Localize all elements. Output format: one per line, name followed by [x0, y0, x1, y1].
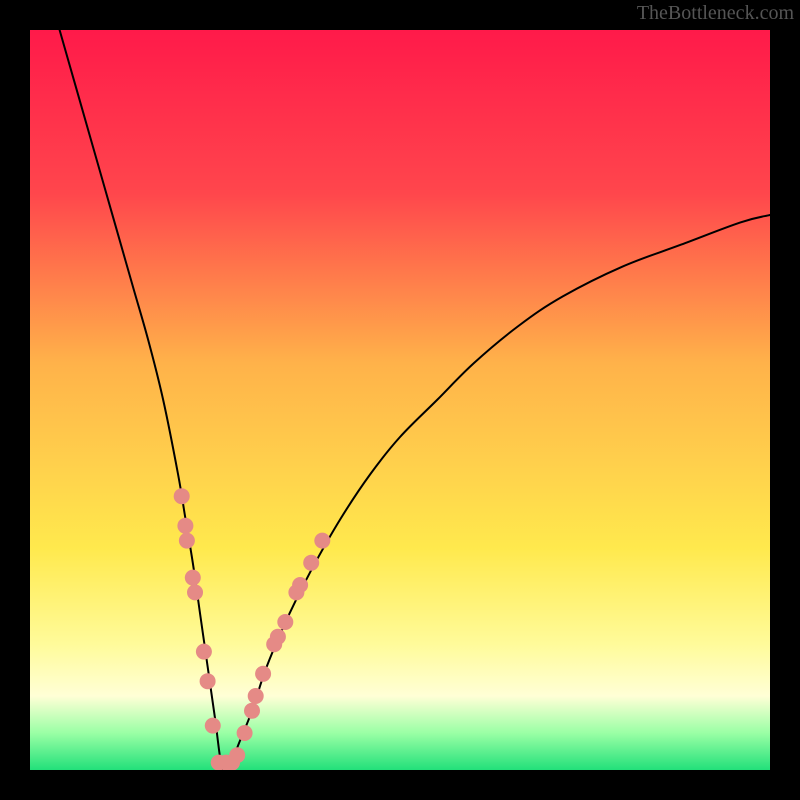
curve-marker	[314, 533, 330, 549]
curve-marker	[174, 488, 190, 504]
curve-marker	[237, 725, 253, 741]
curve-marker	[205, 718, 221, 734]
curve-marker	[270, 629, 286, 645]
curve-marker	[200, 673, 216, 689]
curve-marker	[196, 644, 212, 660]
curve-marker	[179, 533, 195, 549]
curve-marker	[303, 555, 319, 571]
curve-marker	[229, 747, 245, 763]
curve-marker	[277, 614, 293, 630]
curve-marker	[244, 703, 260, 719]
watermark-label: TheBottleneck.com	[637, 2, 794, 25]
plot-area	[30, 30, 770, 770]
curve-marker	[292, 577, 308, 593]
curve-marker	[248, 688, 264, 704]
curve-marker	[185, 570, 201, 586]
chart-stage: TheBottleneck.com	[0, 0, 800, 800]
curve-marker	[187, 584, 203, 600]
curve-marker	[255, 666, 271, 682]
curve-markers	[30, 30, 770, 770]
curve-marker	[177, 518, 193, 534]
